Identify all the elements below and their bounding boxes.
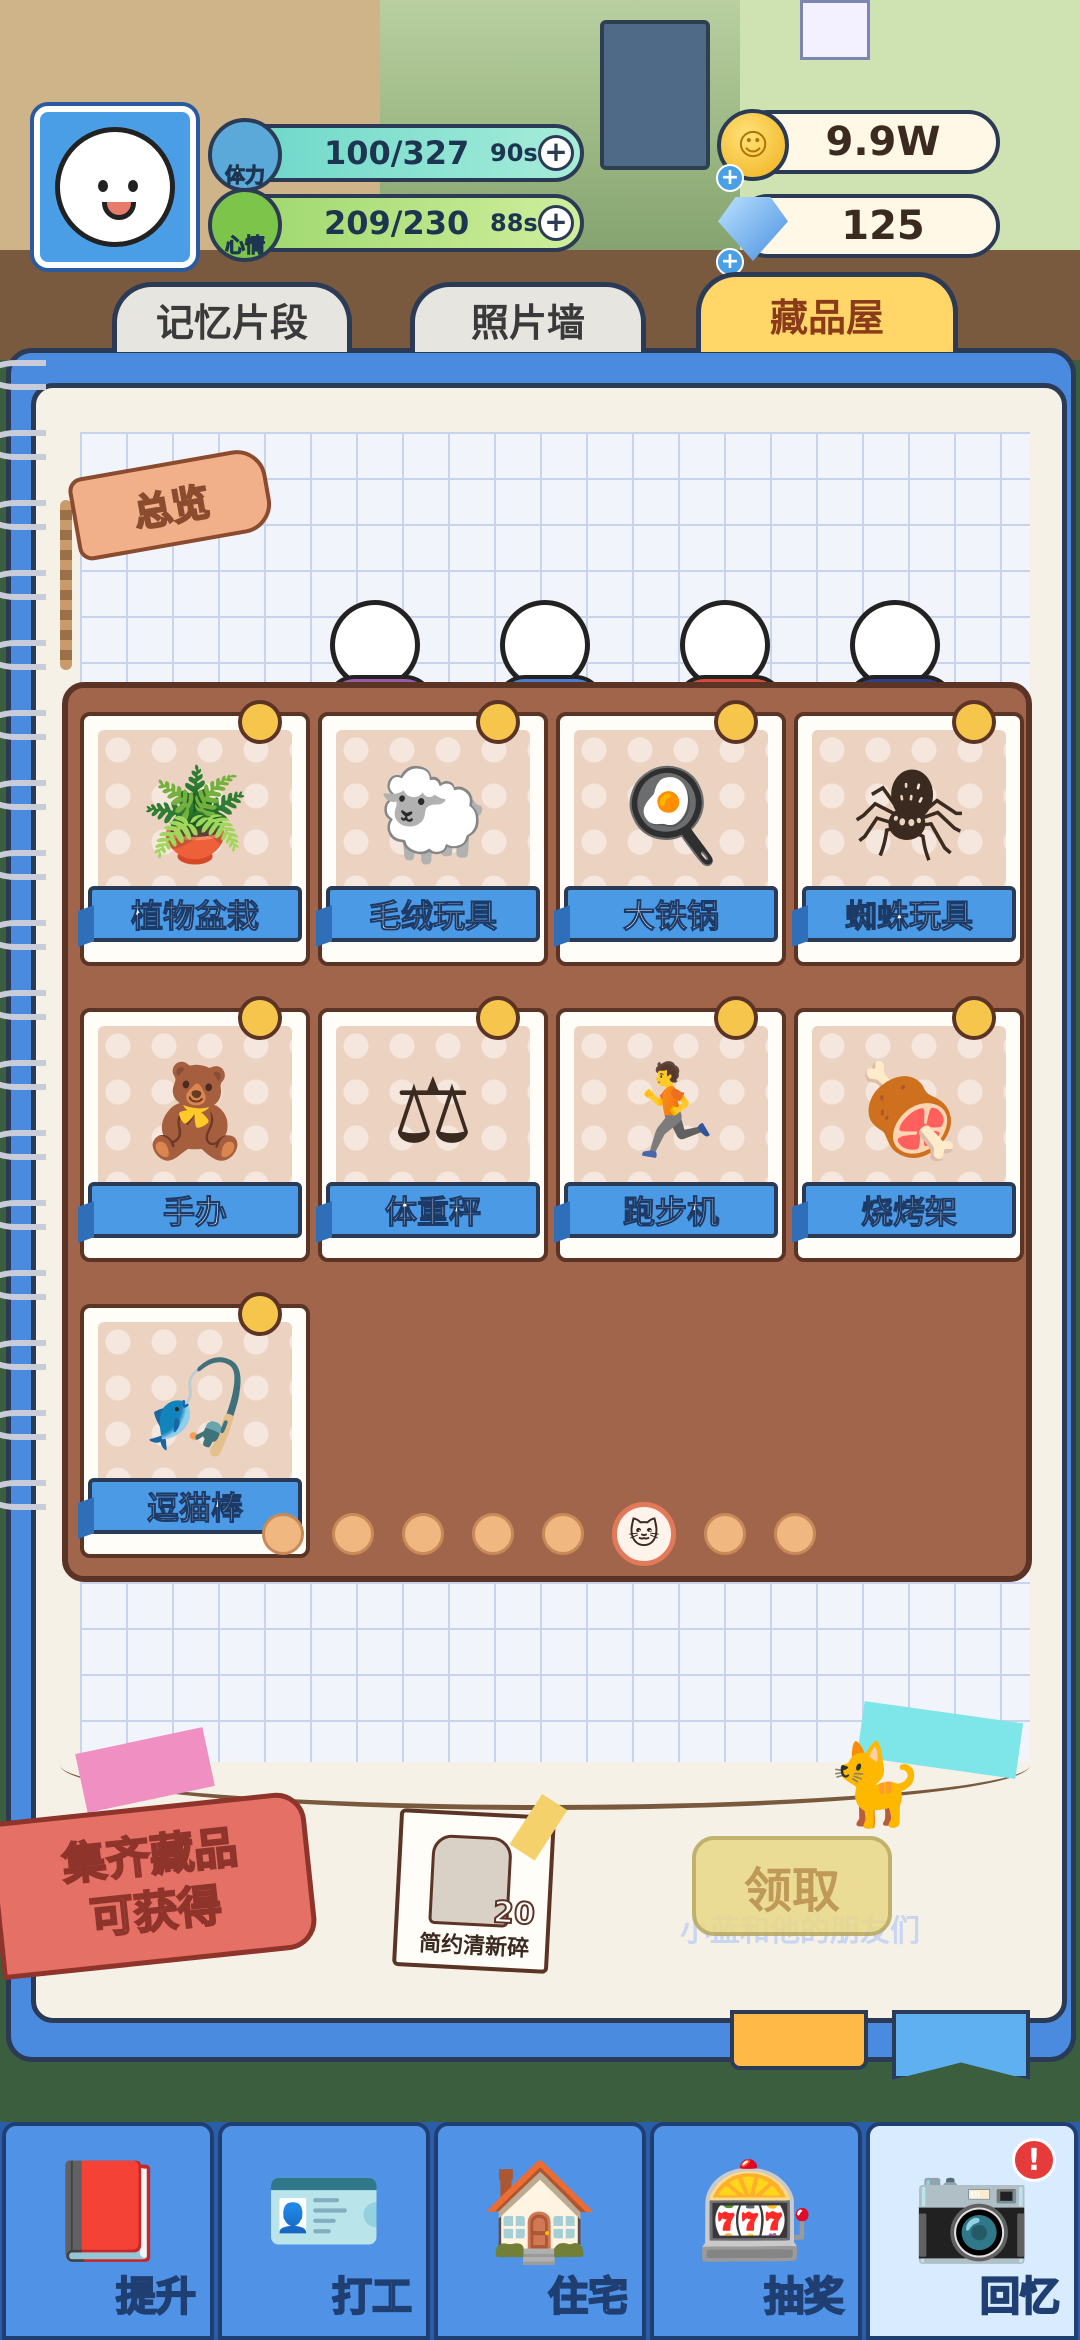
reward-count: 20 (491, 1894, 537, 1933)
treadmill-icon: 🏃 (574, 1026, 768, 1196)
collection-item-name: 手办 (88, 1182, 302, 1238)
page-dot[interactable] (704, 1513, 746, 1555)
potted-plant-icon: 🪴 (98, 730, 292, 900)
pin-icon (476, 996, 520, 1040)
spider-toy-icon: 🕷 (812, 730, 1006, 900)
mood-timer: 88s (490, 209, 538, 237)
page-dot[interactable] (774, 1513, 816, 1555)
pin-icon (952, 996, 996, 1040)
tab-memory-fragments[interactable]: 记忆片段 (112, 282, 352, 352)
bookmark-tab-blue[interactable] (892, 2010, 1030, 2080)
collect-reward-banner: 集齐藏品 可获得 (0, 1789, 320, 1981)
gold-currency[interactable]: ☺ + 9.9W (716, 109, 1000, 192)
stamina-value: 100/327 (324, 134, 470, 172)
gem-currency[interactable]: + 125 (716, 194, 1000, 276)
room-poster (800, 0, 870, 60)
collection-item-name: 烧烤架 (802, 1182, 1016, 1238)
collection-item-name: 植物盆栽 (88, 886, 302, 942)
gold-value: 9.9W (825, 119, 941, 165)
nav-item-house[interactable]: 🏠 住宅 (434, 2122, 646, 2340)
mood-bar: 心情 209/230 88s + (208, 188, 584, 262)
character-2 (495, 600, 605, 715)
stamina-timer: 90s (490, 139, 538, 167)
character-4 (845, 600, 955, 715)
pin-icon (714, 700, 758, 744)
page-dot[interactable] (402, 1513, 444, 1555)
nav-item-book[interactable]: 📕 提升 (2, 2122, 214, 2340)
figure-icon: 🧸 (98, 1026, 292, 1196)
character-3-sunglasses (675, 600, 785, 715)
character-row (300, 570, 1000, 715)
nav-label: 住宅 (547, 2273, 629, 2321)
pin-icon (952, 700, 996, 744)
reward-item-card[interactable]: 20 简约清新碎 (391, 1793, 568, 1974)
pin-icon (238, 1292, 282, 1336)
nav-label: 抽奖 (763, 2273, 845, 2321)
character-1 (325, 600, 435, 715)
collection-item-name: 跑步机 (564, 1182, 778, 1238)
page-dot[interactable] (262, 1513, 304, 1555)
mood-value: 209/230 (324, 204, 470, 242)
plush-sheep-icon: 🐑 (336, 730, 530, 900)
collection-item-name: 毛绒玩具 (326, 886, 540, 942)
gem-value: 125 (841, 203, 925, 249)
id-badge-icon: 🪪 (264, 2155, 384, 2267)
nav-item-id-badge[interactable]: 🪪 打工 (218, 2122, 430, 2340)
stamina-label: 体力 (225, 163, 266, 188)
page-dot[interactable] (332, 1513, 374, 1555)
collection-card[interactable]: 🕷 蜘蛛玩具 (794, 700, 1024, 966)
tab-collection-room[interactable]: 藏品屋 (696, 272, 958, 352)
binder-rings (0, 360, 46, 1660)
pin-icon (476, 700, 520, 744)
avatar-face (55, 127, 175, 247)
pin-icon (714, 996, 758, 1040)
gold-coin-icon: ☺ + (712, 104, 794, 192)
collection-item-name: 蜘蛛玩具 (802, 886, 1016, 942)
scale-icon: ⚖ (336, 1026, 530, 1196)
page-dot[interactable] (472, 1513, 514, 1555)
tag-rope (60, 500, 72, 670)
pin-icon (238, 700, 282, 744)
collection-card[interactable]: 🍳 大铁锅 (556, 700, 786, 966)
book-icon: 📕 (48, 2155, 168, 2267)
mood-label: 心情 (225, 233, 266, 258)
cat-teaser-icon: 🎣 (98, 1322, 292, 1492)
tab-photo-wall[interactable]: 照片墙 (410, 282, 646, 352)
page-indicator: 🐱 (262, 1502, 816, 1566)
collection-card[interactable]: ⚖ 体重秤 (318, 996, 548, 1262)
collection-card[interactable]: 🪴 植物盆栽 (80, 700, 310, 966)
grill-icon: 🍖 (812, 1026, 1006, 1196)
page-dot[interactable] (542, 1513, 584, 1555)
collection-card[interactable]: 🏃 跑步机 (556, 996, 786, 1262)
collection-item-name: 体重秤 (326, 1182, 540, 1238)
room-cabinet (600, 20, 710, 170)
reward-item-name: 简约清新碎 (418, 1931, 530, 1962)
stamina-icon: 体力 (208, 118, 282, 192)
bottom-nav: 📕 提升 🪪 打工 🏠 住宅 🎰 抽奖 📷 回忆! (0, 2122, 1080, 2340)
stamina-bar: 体力 100/327 90s + (208, 118, 584, 192)
collection-item-name: 大铁锅 (564, 886, 778, 942)
nav-item-gacha[interactable]: 🎰 抽奖 (650, 2122, 862, 2340)
page-dot-active[interactable]: 🐱 (612, 1502, 676, 1566)
nav-label: 提升 (115, 2273, 197, 2321)
bookmark-tab-orange[interactable] (730, 2010, 868, 2070)
stamina-add-button[interactable]: + (538, 135, 574, 171)
mood-add-button[interactable]: + (538, 205, 574, 241)
pin-icon (238, 996, 282, 1040)
nav-label: 打工 (331, 2273, 413, 2321)
cat-icon: 🐈 (825, 1738, 925, 1831)
wok-icon: 🍳 (574, 730, 768, 900)
collection-card[interactable]: 🧸 手办 (80, 996, 310, 1262)
nav-label: 回忆 (979, 2273, 1061, 2321)
player-avatar[interactable] (34, 106, 196, 268)
gacha-icon: 🎰 (696, 2155, 816, 2267)
diamond-icon: + (712, 188, 794, 276)
claim-button[interactable]: 领取 (692, 1836, 892, 1936)
alert-badge: ! (1012, 2138, 1056, 2182)
nav-item-camera[interactable]: 📷 回忆! (866, 2122, 1078, 2340)
collection-card[interactable]: 🍖 烧烤架 (794, 996, 1024, 1262)
house-icon: 🏠 (480, 2155, 600, 2267)
mood-heart-icon: 心情 (208, 188, 282, 262)
collection-card[interactable]: 🐑 毛绒玩具 (318, 700, 548, 966)
